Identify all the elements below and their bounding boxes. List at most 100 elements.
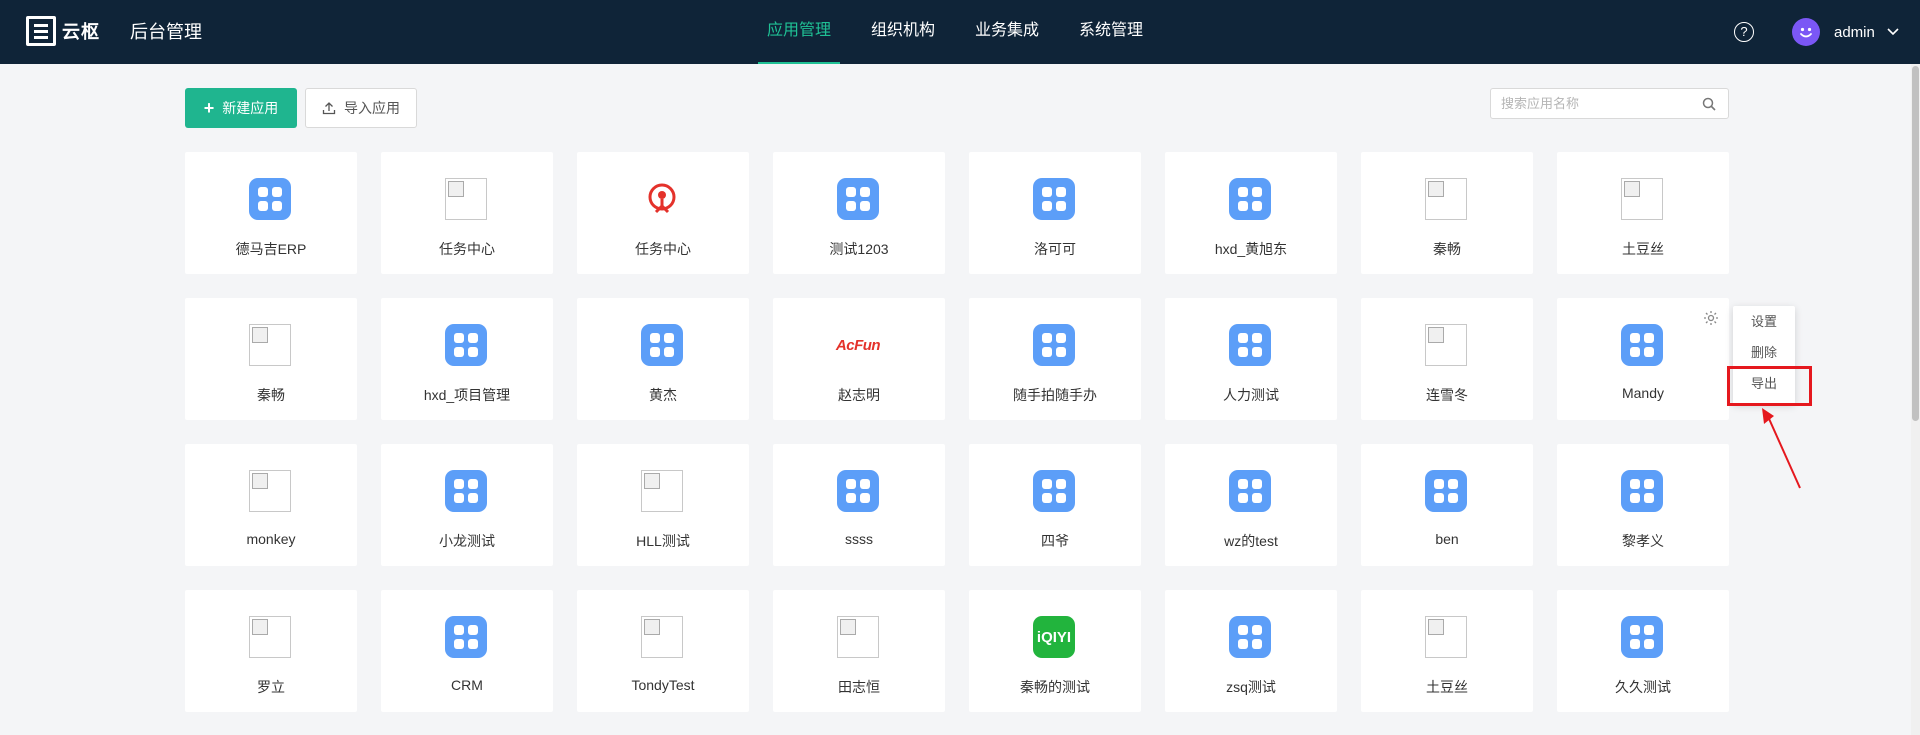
app-card[interactable]: 土豆丝	[1361, 590, 1533, 712]
app-card-label: 德马吉ERP	[235, 241, 307, 257]
app-card[interactable]: 小龙测试	[381, 444, 553, 566]
broken-image-icon	[1425, 616, 1467, 658]
brand[interactable]: 云枢 后台管理	[26, 16, 202, 46]
app-grid-icon	[1033, 324, 1075, 366]
new-app-label: 新建应用	[222, 100, 279, 116]
app-card[interactable]: 罗立	[185, 590, 357, 712]
app-card[interactable]: CRM	[381, 590, 553, 712]
app-card[interactable]: 土豆丝	[1557, 152, 1729, 274]
app-card[interactable]: 洛可可	[969, 152, 1141, 274]
help-icon[interactable]: ?	[1734, 22, 1754, 42]
app-card-label: hxd_项目管理	[423, 387, 511, 403]
new-app-button[interactable]: + 新建应用	[185, 88, 297, 128]
menu-item-settings[interactable]: 设置	[1733, 306, 1795, 337]
app-card[interactable]: iQIYI 秦畅的测试	[969, 590, 1141, 712]
app-card[interactable]: ssss	[773, 444, 945, 566]
app-card[interactable]: 任务中心	[381, 152, 553, 274]
app-card-label: wz的test	[1224, 533, 1278, 549]
app-card[interactable]: 德马吉ERP	[185, 152, 357, 274]
app-card[interactable]: 连雪冬	[1361, 298, 1533, 420]
nav-business-integration[interactable]: 业务集成	[966, 0, 1048, 64]
app-card-label: 土豆丝	[1622, 241, 1664, 257]
arrow-annotation	[1762, 408, 1801, 489]
app-card[interactable]: zsq测试	[1165, 590, 1337, 712]
app-card-label: 赵志明	[838, 387, 880, 403]
railway-logo-icon	[641, 178, 683, 220]
avatar	[1792, 18, 1820, 46]
app-card-label: 人力测试	[1223, 387, 1279, 403]
brand-title: 后台管理	[130, 22, 202, 42]
import-app-label: 导入应用	[344, 100, 400, 116]
app-card[interactable]: AcFun 赵志明	[773, 298, 945, 420]
app-card[interactable]: TondyTest	[577, 590, 749, 712]
app-card[interactable]: 测试1203	[773, 152, 945, 274]
app-card[interactable]: Mandy	[1557, 298, 1729, 420]
app-card-label: monkey	[246, 531, 296, 547]
app-card-label: 任务中心	[439, 241, 495, 257]
menu-item-delete[interactable]: 删除	[1733, 337, 1795, 368]
broken-image-icon	[1425, 178, 1467, 220]
search-input[interactable]	[1491, 89, 1691, 118]
nav-app-management[interactable]: 应用管理	[758, 0, 841, 64]
acfun-logo-icon: AcFun	[835, 336, 881, 354]
app-card-label: 连雪冬	[1426, 387, 1468, 403]
app-card[interactable]: hxd_项目管理	[381, 298, 553, 420]
broken-image-icon	[641, 616, 683, 658]
app-card[interactable]: 久久测试	[1557, 590, 1729, 712]
app-card[interactable]: ben	[1361, 444, 1533, 566]
app-card[interactable]: wz的test	[1165, 444, 1337, 566]
broken-image-icon	[249, 324, 291, 366]
nav-system-management[interactable]: 系统管理	[1070, 0, 1152, 64]
app-card[interactable]: 田志恒	[773, 590, 945, 712]
scrollbar-thumb[interactable]	[1912, 66, 1919, 421]
app-card-label: 秦畅的测试	[1020, 679, 1090, 695]
plus-icon: +	[203, 97, 215, 118]
upload-icon	[322, 102, 336, 115]
app-card[interactable]: 秦畅	[185, 298, 357, 420]
app-card-label: 任务中心	[635, 241, 691, 257]
user-menu[interactable]: admin	[1792, 18, 1899, 46]
app-grid-icon	[837, 470, 879, 512]
app-card[interactable]: HLL测试	[577, 444, 749, 566]
app-grid-icon	[445, 616, 487, 658]
app-grid-icon	[1229, 470, 1271, 512]
app-card-label: 洛可可	[1034, 241, 1076, 257]
top-bar: 云枢 后台管理 应用管理 组织机构 业务集成 系统管理 ? admin	[0, 0, 1920, 64]
logo-icon	[26, 16, 56, 46]
app-grid-icon	[1621, 470, 1663, 512]
nav-organization[interactable]: 组织机构	[862, 0, 944, 64]
broken-image-icon	[1621, 178, 1663, 220]
app-card-label: zsq测试	[1226, 679, 1276, 695]
smiley-icon	[1800, 27, 1812, 38]
app-card-label: HLL测试	[636, 533, 690, 549]
app-card-label: 土豆丝	[1426, 679, 1468, 695]
app-card[interactable]: 四爷	[969, 444, 1141, 566]
app-card[interactable]: 随手拍随手办	[969, 298, 1141, 420]
search-icon[interactable]	[1702, 97, 1716, 111]
app-card-label: 四爷	[1041, 533, 1069, 549]
app-grid-icon	[1229, 616, 1271, 658]
app-card[interactable]: monkey	[185, 444, 357, 566]
app-card-label: 小龙测试	[439, 533, 495, 549]
app-card[interactable]: 秦畅	[1361, 152, 1533, 274]
chevron-down-icon	[1887, 28, 1899, 36]
app-card[interactable]: 黎孝义	[1557, 444, 1729, 566]
app-card[interactable]: 黄杰	[577, 298, 749, 420]
app-card-label: 久久测试	[1615, 679, 1671, 695]
broken-image-icon	[837, 616, 879, 658]
app-grid-icon	[1229, 324, 1271, 366]
app-grid-icon	[445, 470, 487, 512]
app-card[interactable]: hxd_黄旭东	[1165, 152, 1337, 274]
app-grid-icon	[249, 178, 291, 220]
broken-image-icon	[641, 470, 683, 512]
app-grid-icon	[1033, 470, 1075, 512]
app-card[interactable]: 人力测试	[1165, 298, 1337, 420]
iqiyi-logo-icon: iQIYI	[1033, 616, 1075, 658]
gear-icon[interactable]	[1703, 310, 1719, 326]
highlight-box	[1727, 366, 1812, 406]
app-grid-icon	[837, 178, 879, 220]
app-card[interactable]: 任务中心	[577, 152, 749, 274]
import-app-button[interactable]: 导入应用	[305, 88, 417, 128]
app-card-label: ben	[1435, 531, 1459, 547]
app-card-label: 罗立	[257, 679, 285, 695]
